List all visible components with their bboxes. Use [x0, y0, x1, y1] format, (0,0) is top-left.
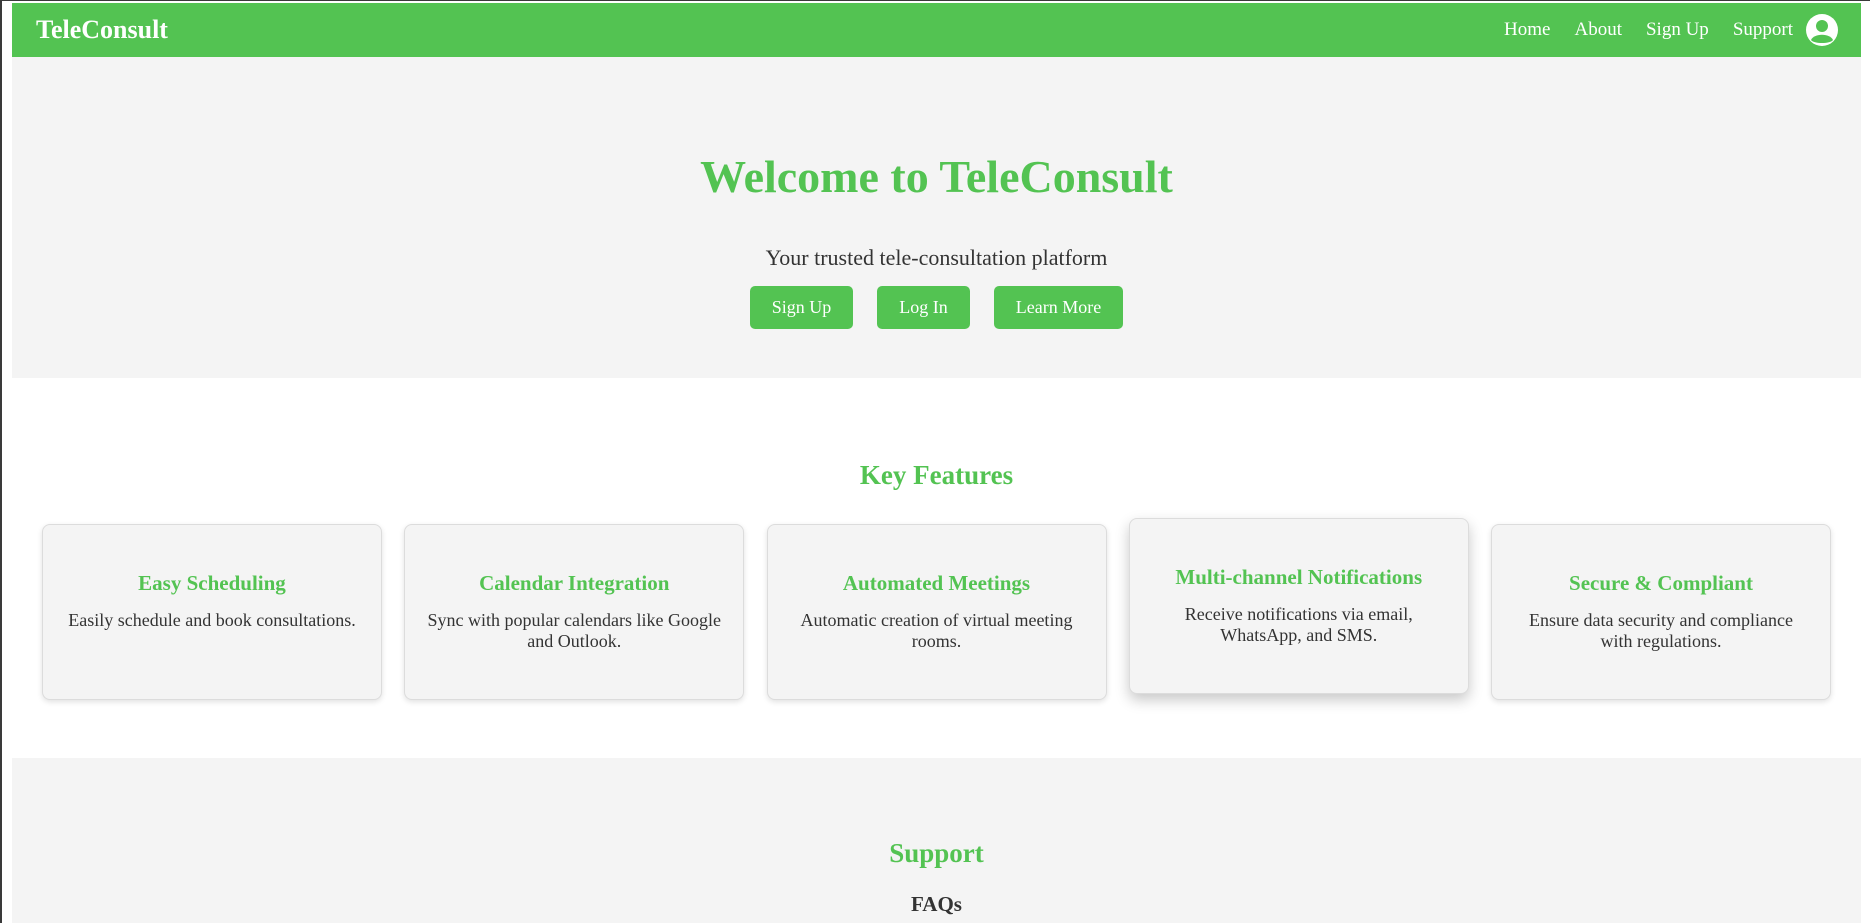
feature-card-secure-compliant: Secure & Compliant Ensure data security … — [1491, 524, 1831, 700]
navbar: TeleConsult Home About Sign Up Support — [12, 3, 1861, 57]
feature-card-title: Automated Meetings — [842, 571, 1031, 595]
support-heading: Support — [889, 838, 984, 868]
feature-card-text: Easily schedule and book consultations. — [68, 610, 356, 630]
feature-card-title: Multi-channel Notifications — [1175, 565, 1423, 589]
feature-card-title: Easy Scheduling — [138, 571, 286, 595]
feature-card-title: Secure & Compliant — [1569, 571, 1753, 595]
feature-card-title: Calendar Integration — [479, 571, 670, 595]
feature-card-easy-scheduling: Easy Scheduling Easily schedule and book… — [42, 524, 382, 700]
feature-card-text: Sync with popular calendars like Google … — [427, 610, 721, 651]
brand-logo-text[interactable]: TeleConsult — [36, 15, 168, 45]
log-in-button[interactable]: Log In — [877, 286, 970, 329]
learn-more-button[interactable]: Learn More — [993, 286, 1124, 329]
hero-buttons: Sign Up Log In Learn More — [12, 286, 1861, 329]
nav-link-about[interactable]: About — [1574, 19, 1622, 41]
feature-card-calendar-integration: Calendar Integration Sync with popular c… — [404, 524, 745, 700]
nav-link-support[interactable]: Support — [1733, 19, 1793, 41]
nav-links: Home About Sign Up Support — [1480, 13, 1839, 47]
hero-subtitle: Your trusted tele-consultation platform — [765, 245, 1108, 270]
sign-up-button[interactable]: Sign Up — [749, 286, 854, 329]
support-section: Support FAQs — [12, 758, 1861, 923]
feature-card-text: Receive notifications via email, WhatsAp… — [1184, 604, 1413, 645]
feature-card-text: Automatic creation of virtual meeting ro… — [800, 610, 1073, 651]
user-circle-icon[interactable] — [1805, 13, 1839, 47]
feature-card-text: Ensure data security and compliance with… — [1529, 610, 1793, 651]
features-section: Key Features Easy Scheduling Easily sche… — [12, 378, 1861, 758]
feature-cards: Easy Scheduling Easily schedule and book… — [12, 518, 1861, 700]
faqs-heading: FAQs — [911, 892, 962, 916]
nav-link-home[interactable]: Home — [1504, 19, 1550, 41]
feature-card-multi-channel-notifications: Multi-channel Notifications Receive noti… — [1128, 518, 1469, 694]
page: TeleConsult Home About Sign Up Support W… — [12, 3, 1861, 923]
hero-title: Welcome to TeleConsult — [700, 151, 1173, 202]
features-heading: Key Features — [859, 460, 1014, 490]
feature-card-automated-meetings: Automated Meetings Automatic creation of… — [766, 524, 1107, 700]
nav-link-sign-up[interactable]: Sign Up — [1646, 19, 1709, 41]
hero-section: Welcome to TeleConsult Your trusted tele… — [12, 57, 1861, 378]
